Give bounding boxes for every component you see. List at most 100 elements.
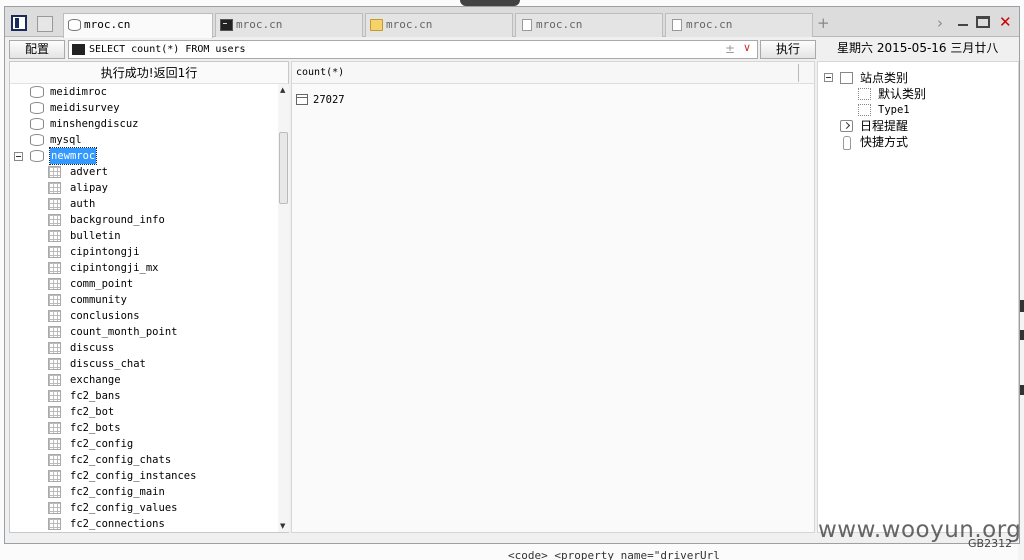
table-label: fc2_config_main: [70, 486, 165, 498]
scrollbar-thumb[interactable]: [279, 132, 288, 204]
table-icon: [48, 390, 61, 402]
config-button[interactable]: 配置: [9, 40, 65, 59]
execute-button[interactable]: 执行: [760, 40, 816, 59]
table-label: advert: [70, 166, 108, 178]
site-category-label: 站点类别: [860, 71, 909, 85]
table-icon: [48, 214, 61, 226]
shortcuts-node[interactable]: 快捷方式: [824, 134, 1014, 150]
chevron-down-icon[interactable]: ∨: [743, 41, 751, 54]
minimize-icon[interactable]: [958, 24, 968, 26]
database-tree-panel: 执行成功!返回1行 meidimroc meidisurvey minsheng…: [9, 61, 289, 533]
collapse-icon[interactable]: [14, 152, 23, 161]
category-item-icon: [858, 88, 871, 100]
category-item-default[interactable]: 默认类别: [842, 86, 1012, 102]
encoding-label: GB2312: [968, 537, 1013, 550]
category-item-type1[interactable]: Type1: [842, 102, 1012, 118]
table-icon: [48, 326, 61, 338]
tree-table-item[interactable]: comm_point: [10, 276, 278, 292]
tree-table-item[interactable]: advert: [10, 164, 278, 180]
sidebar-toggle-icon[interactable]: [11, 15, 27, 31]
category-icon: [840, 72, 853, 84]
grid-cell-value: 27027: [313, 94, 345, 106]
maximize-icon[interactable]: [976, 16, 990, 28]
tree-table-item[interactable]: fc2_bans: [10, 388, 278, 404]
tree-database-item-selected[interactable]: newmroc: [10, 147, 278, 165]
grid-column-header[interactable]: count(*): [292, 62, 814, 84]
new-tab-database-icon[interactable]: [37, 16, 53, 32]
tree-table-item[interactable]: cipintongji: [10, 244, 278, 260]
tree-table-item[interactable]: fc2_config: [10, 436, 278, 452]
tree-table-item[interactable]: auth: [10, 196, 278, 212]
app-window: mroc.cn mroc.cn mroc.cn mroc.cn mroc.cn …: [4, 6, 1020, 544]
sql-query-input[interactable]: SELECT count(*) FROM users ± ∨: [68, 40, 758, 59]
tree-database-item[interactable]: minshengdiscuz: [10, 116, 278, 132]
tree-table-item[interactable]: community: [10, 292, 278, 308]
tree-scrollbar[interactable]: ▲ ▼: [278, 84, 289, 532]
database-label: mysql: [50, 134, 82, 146]
table-icon: [48, 198, 61, 210]
tab-mroc-file-2[interactable]: mroc.cn: [665, 13, 813, 37]
table-icon: [48, 342, 61, 354]
grid-cell[interactable]: 27027: [296, 92, 345, 108]
tree-database-item[interactable]: meidisurvey: [10, 100, 278, 116]
tab-mroc-terminal[interactable]: mroc.cn: [215, 13, 363, 37]
tree-database-item[interactable]: mysql: [10, 132, 278, 148]
shortcuts-label: 快捷方式: [860, 135, 909, 149]
table-icon: [48, 406, 61, 418]
tree-table-item[interactable]: fc2_config_instances: [10, 468, 278, 484]
table-label: comm_point: [70, 278, 134, 290]
table-icon: [48, 486, 61, 498]
table-icon: [48, 422, 61, 434]
tree-table-item[interactable]: fc2_connections: [10, 516, 278, 532]
scroll-up-icon[interactable]: ▲: [280, 86, 285, 94]
tab-mroc-file-1[interactable]: mroc.cn: [515, 13, 663, 37]
table-label: fc2_bans: [70, 390, 121, 402]
database-icon: [30, 86, 44, 98]
table-label: fc2_bots: [70, 422, 121, 434]
tree-table-item[interactable]: conclusions: [10, 308, 278, 324]
table-icon: [48, 278, 61, 290]
tree-table-item[interactable]: fc2_bot: [10, 404, 278, 420]
tab-mroc-database[interactable]: mroc.cn: [63, 13, 213, 38]
tab-bar: mroc.cn mroc.cn mroc.cn mroc.cn mroc.cn …: [5, 7, 1019, 38]
column-divider[interactable]: [798, 64, 799, 82]
schedule-node[interactable]: 日程提醒: [824, 118, 1014, 134]
chevron-right-icon[interactable]: ›: [937, 14, 943, 32]
scroll-down-icon[interactable]: ▼: [280, 522, 285, 530]
tree-table-item[interactable]: discuss: [10, 340, 278, 356]
tree-table-item[interactable]: fc2_config_chats: [10, 452, 278, 468]
close-icon[interactable]: ✕: [999, 13, 1012, 31]
tree-table-item[interactable]: exchange: [10, 372, 278, 388]
tree-table-item[interactable]: count_month_point: [10, 324, 278, 340]
site-category-node[interactable]: 站点类别: [824, 70, 1014, 86]
database-icon: [30, 102, 44, 114]
tab-mroc-files[interactable]: mroc.cn: [365, 13, 513, 37]
database-label: meidimroc: [50, 86, 107, 98]
database-label: newmroc: [48, 147, 98, 165]
tab-label: mroc.cn: [236, 18, 283, 31]
collapse-icon[interactable]: [824, 73, 833, 82]
tree-table-item[interactable]: bulletin: [10, 228, 278, 244]
table-label: fc2_connections: [70, 518, 165, 530]
file-icon: [522, 19, 532, 31]
table-icon: [48, 294, 61, 306]
table-label: discuss: [70, 342, 115, 354]
table-icon: [48, 230, 61, 242]
table-label: fc2_config_instances: [70, 470, 197, 482]
tree-table-item[interactable]: alipay: [10, 180, 278, 196]
tree-table-item[interactable]: discuss_chat: [10, 356, 278, 372]
tree-table-item[interactable]: fc2_config_values: [10, 500, 278, 516]
tree-table-item[interactable]: background_info: [10, 212, 278, 228]
tree-database-item[interactable]: meidimroc: [10, 84, 278, 100]
table-label: background_info: [70, 214, 165, 226]
plus-minus-icon[interactable]: ±: [725, 42, 735, 56]
tree-table-item[interactable]: fc2_bots: [10, 420, 278, 436]
table-icon: [48, 502, 61, 514]
add-tab-button[interactable]: +: [817, 15, 830, 31]
file-icon: [672, 19, 682, 31]
database-label: minshengdiscuz: [50, 118, 139, 130]
table-label: bulletin: [70, 230, 121, 242]
database-icon: [68, 19, 81, 31]
tree-table-item[interactable]: fc2_config_main: [10, 484, 278, 500]
tree-table-item[interactable]: cipintongji_mx: [10, 260, 278, 276]
